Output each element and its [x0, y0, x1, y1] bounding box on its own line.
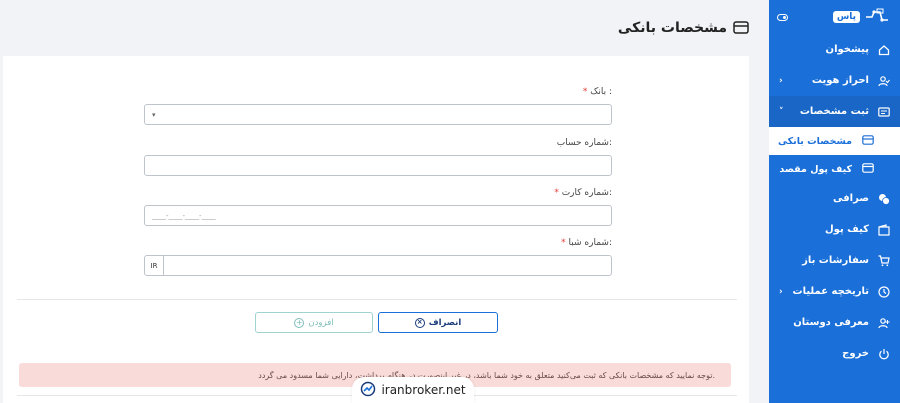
sidebar-item-label: احراز هویت [811, 75, 869, 86]
sidebar: پاس پیشخوان › احراز هویت ˅ ثبت مشخصات مش… [769, 0, 900, 403]
card-number-input[interactable]: ____-____-____-____ [144, 205, 612, 226]
sidebar-item-register-details[interactable]: ˅ ثبت مشخصات [769, 96, 900, 127]
caret-down-icon: ▾ [152, 110, 156, 119]
logo-text: پاس [832, 11, 860, 23]
coins-icon [877, 192, 890, 205]
sidebar-item-exchange[interactable]: صرافی [769, 183, 900, 214]
account-field: شماره حساب: [144, 138, 612, 176]
page-header: مشخصات بانکی [0, 0, 769, 56]
account-number-input[interactable] [144, 155, 612, 176]
sidebar-subitem-bank-details[interactable]: مشخصات بانکی [769, 127, 900, 155]
sidebar-item-open-orders[interactable]: سفارشات باز [769, 245, 900, 276]
sidebar-item-referral[interactable]: معرفی دوستان [769, 307, 900, 338]
chevron-right-icon: › [779, 286, 783, 297]
sidebar-item-label: سفارشات باز [802, 255, 869, 266]
divider [17, 299, 737, 300]
iban-field: * شماره شبا: IR [144, 238, 612, 276]
trend-logo-icon [360, 381, 376, 400]
add-button-label: افزودن [308, 317, 334, 328]
plus-circle-icon: + [294, 317, 305, 328]
chevron-right-icon: › [779, 75, 783, 86]
sidebar-subitem-label: کیف پول مقصد [779, 163, 852, 175]
main-content: مشخصات بانکی * بانک : ▾ شماره حساب: * شم… [0, 0, 769, 403]
page-title: مشخصات بانکی [617, 20, 727, 36]
cancel-button-label: انصراف [428, 317, 462, 328]
power-icon [877, 347, 890, 360]
sidebar-item-label: صرافی [833, 193, 869, 204]
sidebar-subitem-destination-wallet[interactable]: کیف پول مقصد [769, 155, 900, 183]
sidebar-item-label: خروج [842, 348, 869, 359]
sidebar-item-label: کیف پول [825, 224, 869, 235]
watermark-text: iranbroker.net [381, 383, 466, 397]
sidebar-item-history[interactable]: › تاریخچه عملیات [769, 276, 900, 307]
sidebar-item-wallet[interactable]: کیف پول [769, 214, 900, 245]
sidebar-item-logout[interactable]: خروج [769, 338, 900, 369]
bank-label: * بانک : [582, 87, 612, 97]
x-circle-icon: × [414, 317, 425, 328]
card-icon [862, 134, 874, 148]
iban-prefix: IR [145, 256, 164, 275]
logo-mark-icon [866, 8, 888, 22]
card-placeholder: ____-____-____-____ [152, 211, 216, 220]
card-label: * شماره کارت: [554, 188, 612, 198]
bank-field: * بانک : ▾ [144, 87, 612, 125]
credit-card-icon [733, 19, 749, 38]
iban-input[interactable]: IR [144, 255, 612, 276]
sidebar-item-label: ثبت مشخصات [799, 106, 869, 117]
clock-icon [877, 285, 890, 298]
id-card-icon [877, 105, 890, 118]
card-field: * شماره کارت: ____-____-____-____ [144, 188, 612, 226]
home-icon [877, 43, 890, 56]
alert-text: توجه نمایید که مشخصات بانکی که ثبت می‌کن… [258, 370, 715, 380]
account-label: شماره حساب: [556, 138, 612, 148]
wallet-icon [877, 223, 890, 236]
add-button[interactable]: + افزودن [255, 312, 373, 333]
watermark: iranbroker.net [352, 377, 474, 403]
chevron-down-icon: ˅ [779, 106, 784, 117]
bank-form-card: * بانک : ▾ شماره حساب: * شماره کارت: ___… [3, 56, 749, 403]
bank-select[interactable]: ▾ [144, 104, 612, 125]
sidebar-header: پاس [769, 0, 900, 34]
logo: پاس [832, 8, 890, 26]
user-check-icon [877, 74, 890, 87]
user-plus-icon [877, 316, 890, 329]
sidebar-item-label: تاریخچه عملیات [792, 286, 869, 297]
cart-icon [877, 254, 890, 267]
sidebar-item-dashboard[interactable]: پیشخوان [769, 34, 900, 65]
sidebar-subitem-label: مشخصات بانکی [777, 135, 852, 147]
sidebar-item-label: معرفی دوستان [793, 317, 869, 328]
cancel-button[interactable]: × انصراف [378, 312, 498, 333]
sidebar-item-label: پیشخوان [825, 44, 869, 55]
sidebar-item-kyc[interactable]: › احراز هویت [769, 65, 900, 96]
window-icon [862, 162, 874, 176]
toggle-icon[interactable] [777, 13, 788, 21]
iban-label: * شماره شبا: [561, 238, 612, 248]
